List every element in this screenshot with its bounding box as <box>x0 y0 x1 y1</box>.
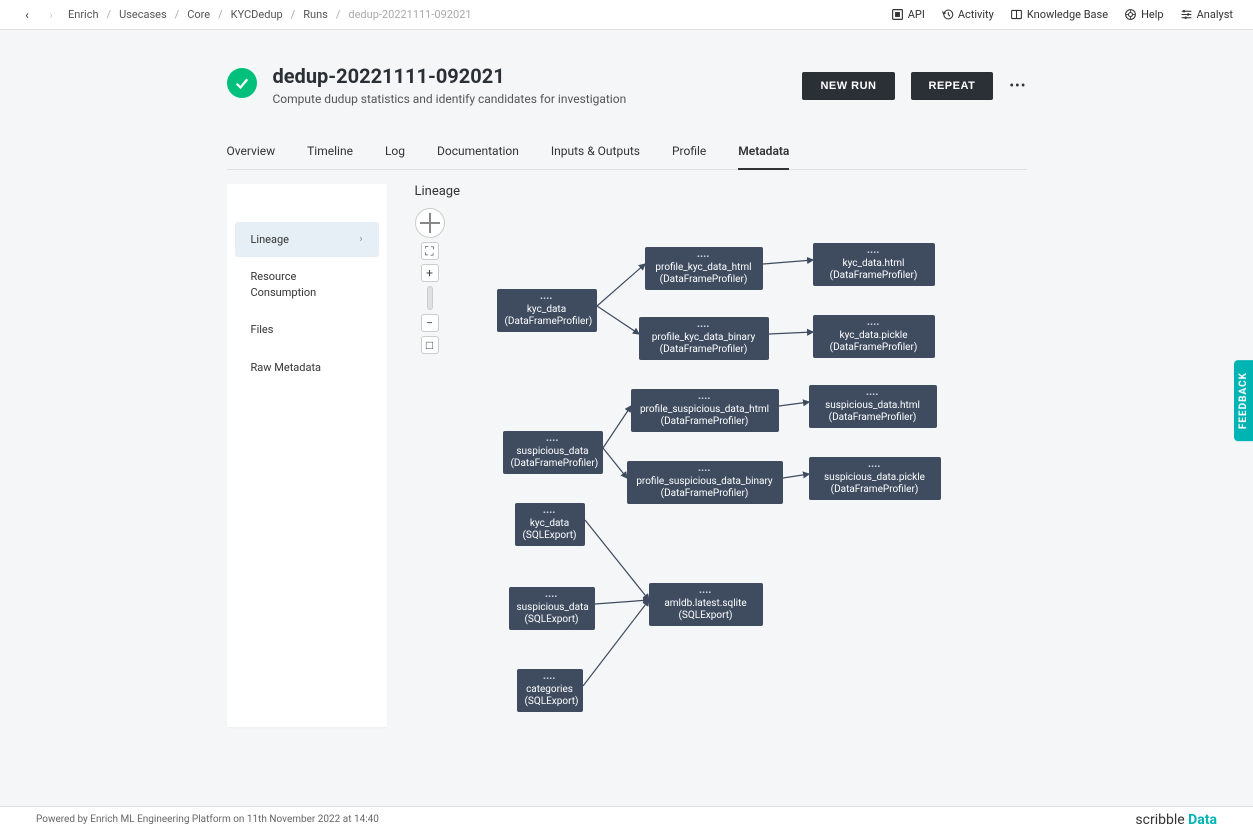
tab-profile[interactable]: Profile <box>672 136 706 169</box>
lineage-node[interactable]: ▪▪▪▪suspicious_data.html(DataFrameProfil… <box>809 385 937 428</box>
analyst-link[interactable]: Analyst <box>1180 8 1233 21</box>
tab-inputs-outputs[interactable]: Inputs & Outputs <box>551 136 640 169</box>
activity-link[interactable]: Activity <box>941 8 994 21</box>
breadcrumb-item[interactable]: Usecases <box>119 8 167 21</box>
zoom-slider[interactable] <box>427 286 433 310</box>
breadcrumb-current: dedup-20221111-092021 <box>348 8 471 21</box>
lineage-node[interactable]: ▪▪▪▪profile_suspicious_data_html(DataFra… <box>631 389 779 432</box>
sidebar-item-lineage[interactable]: Lineage › <box>235 222 379 257</box>
topbar: ‹ › Enrich/ Usecases/ Core/ KYCDedup/ Ru… <box>0 0 1253 30</box>
tab-overview[interactable]: Overview <box>227 136 276 169</box>
lineage-node[interactable]: ▪▪▪▪profile_suspicious_data_binary(DataF… <box>627 461 783 504</box>
lineage-node[interactable]: ▪▪▪▪suspicious_data(SQLExport) <box>509 587 595 630</box>
zoom-controls: ⛶ + − □ <box>415 208 445 354</box>
sidebar-item-label: Lineage <box>251 232 290 247</box>
lineage-node[interactable]: ▪▪▪▪suspicious_data.pickle(DataFrameProf… <box>809 457 941 500</box>
tab-log[interactable]: Log <box>385 136 405 169</box>
canvas-title: Lineage <box>415 184 1035 199</box>
lineage-node[interactable]: ▪▪▪▪suspicious_data(DataFrameProfiler) <box>503 431 603 474</box>
nav-back-icon[interactable]: ‹ <box>20 8 34 22</box>
sliders-icon <box>1180 8 1193 21</box>
tab-documentation[interactable]: Documentation <box>437 136 519 169</box>
sidebar-item-label: Files <box>251 322 274 337</box>
history-icon <box>941 8 954 21</box>
lineage-node[interactable]: ▪▪▪▪kyc_data.html(DataFrameProfiler) <box>813 243 935 286</box>
sidebar-item-label: Raw Metadata <box>251 360 322 375</box>
lineage-graph[interactable]: ▪▪▪▪kyc_data(DataFrameProfiler) ▪▪▪▪profi… <box>415 207 1035 727</box>
lineage-node[interactable]: ▪▪▪▪categories(SQLExport) <box>517 669 583 712</box>
api-link[interactable]: API <box>891 8 925 21</box>
page-title: dedup-20221111-092021 <box>273 64 627 88</box>
status-success-icon <box>227 68 257 98</box>
help-icon <box>1124 8 1137 21</box>
sidebar-item-resource[interactable]: Resource Consumption <box>235 259 379 310</box>
breadcrumb-item[interactable]: Enrich <box>68 8 99 21</box>
page-subtitle: Compute dudup statistics and identify ca… <box>273 92 627 106</box>
footer: Powered by Enrich ML Engineering Platfor… <box>0 806 1253 832</box>
breadcrumb-item[interactable]: Runs <box>303 8 328 21</box>
lineage-node[interactable]: ▪▪▪▪amldb.latest.sqlite(SQLExport) <box>649 583 763 626</box>
api-icon <box>891 8 904 21</box>
zoom-out-button[interactable]: − <box>421 314 439 332</box>
fit-button[interactable]: ⛶ <box>421 242 439 260</box>
sidebar-item-label: Resource Consumption <box>251 269 363 300</box>
breadcrumb-item[interactable]: KYCDedup <box>231 8 283 21</box>
zoom-reset-button[interactable]: □ <box>421 336 439 354</box>
feedback-tab[interactable]: FEEDBACK <box>1234 360 1253 441</box>
lineage-node[interactable]: ▪▪▪▪kyc_data.pickle(DataFrameProfiler) <box>813 315 935 358</box>
tab-metadata[interactable]: Metadata <box>738 136 789 170</box>
breadcrumb: Enrich/ Usecases/ Core/ KYCDedup/ Runs/ … <box>68 8 472 21</box>
pan-control[interactable] <box>415 208 445 238</box>
footer-text: Powered by Enrich ML Engineering Platfor… <box>36 814 379 825</box>
lineage-node[interactable]: ▪▪▪▪kyc_data(DataFrameProfiler) <box>497 289 597 332</box>
more-menu-icon[interactable]: ••• <box>1009 78 1026 94</box>
repeat-button[interactable]: REPEAT <box>911 72 994 100</box>
tab-timeline[interactable]: Timeline <box>307 136 353 169</box>
lineage-canvas: Lineage ⛶ + − □ ▪▪▪▪kyc_data(DataFramePr… <box>415 184 1035 727</box>
help-link[interactable]: Help <box>1124 8 1164 21</box>
footer-logo: scribble Data <box>1135 812 1217 828</box>
sidebar-item-raw-metadata[interactable]: Raw Metadata <box>235 350 379 385</box>
lineage-node[interactable]: ▪▪▪▪profile_kyc_data_html(DataFrameProfi… <box>645 247 763 290</box>
lineage-node[interactable]: ▪▪▪▪kyc_data(SQLExport) <box>515 503 585 546</box>
knowledge-base-link[interactable]: Knowledge Base <box>1010 8 1108 21</box>
new-run-button[interactable]: NEW RUN <box>802 72 894 100</box>
nav-forward-icon: › <box>44 8 58 22</box>
zoom-in-button[interactable]: + <box>421 264 439 282</box>
sidebar: Lineage › Resource Consumption Files Raw… <box>227 184 387 727</box>
tabs: Overview Timeline Log Documentation Inpu… <box>227 136 1027 170</box>
sidebar-item-files[interactable]: Files <box>235 312 379 347</box>
book-icon <box>1010 8 1023 21</box>
chevron-right-icon: › <box>359 233 362 247</box>
page-header: dedup-20221111-092021 Compute dudup stat… <box>227 64 1027 106</box>
breadcrumb-item[interactable]: Core <box>187 8 210 21</box>
lineage-node[interactable]: ▪▪▪▪profile_kyc_data_binary(DataFramePro… <box>639 317 769 360</box>
